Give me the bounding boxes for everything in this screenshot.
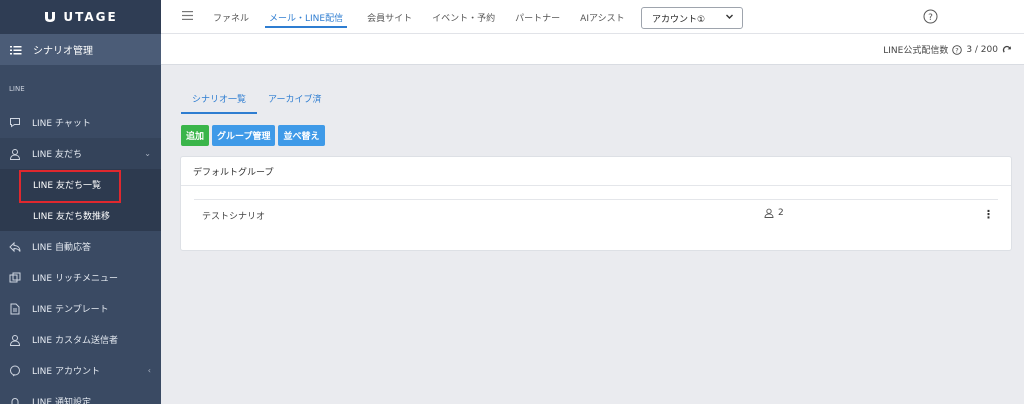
help-circle-icon[interactable]: ? bbox=[952, 44, 963, 55]
sidebar-item-label: LINE テンプレート bbox=[32, 305, 109, 315]
bell-icon bbox=[9, 396, 21, 404]
brand-name: UTAGE bbox=[63, 10, 118, 24]
sidebar: UTAGE シナリオ管理 LINE LINE チャット LINE 友だち ⌄ L… bbox=[0, 0, 161, 404]
list-icon bbox=[10, 45, 22, 54]
sort-button[interactable]: 並べ替え bbox=[278, 125, 325, 146]
template-icon bbox=[9, 303, 21, 315]
nav-event[interactable]: イベント・予約 bbox=[432, 0, 495, 34]
main-nav: ファネル メール・LINE配信 会員サイト イベント・予約 パートナー AIアシ… bbox=[213, 0, 645, 34]
help-icon[interactable]: ? bbox=[923, 9, 938, 24]
quota-value: 3 / 200 bbox=[966, 44, 998, 55]
chevron-left-icon: ‹ bbox=[147, 366, 151, 375]
nav-mail-line[interactable]: メール・LINE配信 bbox=[265, 0, 348, 28]
action-buttons: 追加 グループ管理 並べ替え bbox=[181, 125, 325, 146]
sidebar-item-line-auto-reply[interactable]: LINE 自動応答 bbox=[0, 231, 161, 262]
account-icon bbox=[9, 365, 21, 377]
tab-scenario-list[interactable]: シナリオ一覧 bbox=[181, 89, 258, 114]
custom-sender-icon bbox=[9, 334, 21, 346]
table-row[interactable]: テストシナリオ 2 ⋮ bbox=[194, 199, 998, 229]
svg-text:?: ? bbox=[956, 46, 959, 54]
sidebar-subitem-label: LINE 友だち数推移 bbox=[33, 212, 110, 222]
group-management-button[interactable]: グループ管理 bbox=[212, 125, 276, 146]
scenario-tabs: シナリオ一覧 アーカイブ済 bbox=[181, 89, 332, 114]
delivery-quota: LINE公式配信数 ? 3 / 200 bbox=[883, 43, 1012, 56]
logo[interactable]: UTAGE bbox=[0, 0, 161, 34]
top-navigation-bar: ファネル メール・LINE配信 会員サイト イベント・予約 パートナー AIアシ… bbox=[161, 0, 1024, 34]
section-label-line: LINE bbox=[9, 85, 25, 93]
utage-logo-icon bbox=[45, 12, 56, 22]
sidebar-subitem-label: LINE 友だち一覧 bbox=[33, 181, 101, 191]
sidebar-item-label: LINE リッチメニュー bbox=[32, 274, 118, 284]
scenario-management-label: シナリオ管理 bbox=[33, 46, 93, 57]
sub-header-bar: LINE公式配信数 ? 3 / 200 bbox=[161, 34, 1024, 65]
nav-partner[interactable]: パートナー bbox=[515, 0, 560, 34]
add-button[interactable]: 追加 bbox=[181, 125, 210, 146]
sidebar-item-label: LINE チャット bbox=[32, 119, 91, 129]
sidebar-subitem-friends-trend[interactable]: LINE 友だち数推移 bbox=[0, 200, 161, 231]
sidebar-item-label: LINE 通知設定 bbox=[32, 398, 91, 404]
sidebar-item-label: LINE 自動応答 bbox=[32, 243, 91, 253]
chevron-down-icon: ⌄ bbox=[144, 149, 151, 158]
user-icon bbox=[764, 208, 774, 218]
sidebar-item-line-notification[interactable]: LINE 通知設定 bbox=[0, 386, 161, 404]
scenario-name[interactable]: テストシナリオ bbox=[202, 209, 265, 222]
nav-ai-assist[interactable]: AIアシスト bbox=[580, 0, 624, 34]
nav-funnel[interactable]: ファネル bbox=[213, 0, 249, 34]
subscriber-count-value: 2 bbox=[778, 208, 784, 218]
refresh-icon[interactable] bbox=[1002, 45, 1012, 55]
chevron-down-icon bbox=[726, 14, 733, 19]
sidebar-item-line-account[interactable]: LINE アカウント ‹ bbox=[0, 355, 161, 386]
friends-submenu: LINE 友だち一覧 LINE 友だち数推移 bbox=[0, 169, 161, 231]
sidebar-item-line-custom-sender[interactable]: LINE カスタム送信者 bbox=[0, 324, 161, 355]
chat-icon bbox=[9, 117, 21, 129]
sidebar-item-line-rich-menu[interactable]: LINE リッチメニュー bbox=[0, 262, 161, 293]
scenario-group-card: デフォルトグループ テストシナリオ 2 ⋮ bbox=[180, 156, 1012, 251]
sidebar-item-label: LINE アカウント bbox=[32, 367, 100, 377]
reply-icon bbox=[9, 241, 21, 253]
sidebar-item-label: LINE 友だち bbox=[32, 150, 82, 160]
scenario-management-header[interactable]: シナリオ管理 bbox=[0, 34, 161, 65]
sidebar-subitem-friends-list[interactable]: LINE 友だち一覧 bbox=[0, 169, 161, 203]
sidebar-item-line-template[interactable]: LINE テンプレート bbox=[0, 293, 161, 324]
sidebar-item-line-friends[interactable]: LINE 友だち ⌄ bbox=[0, 138, 161, 169]
hamburger-menu-icon[interactable] bbox=[182, 11, 193, 20]
tab-archived[interactable]: アーカイブ済 bbox=[257, 89, 332, 114]
svg-text:?: ? bbox=[928, 13, 933, 23]
sidebar-item-line-chat[interactable]: LINE チャット bbox=[0, 107, 161, 138]
quota-label: LINE公式配信数 bbox=[883, 46, 949, 56]
user-icon bbox=[9, 148, 21, 160]
account-select-value: アカウント① bbox=[652, 15, 706, 25]
account-select[interactable]: アカウント① bbox=[641, 7, 743, 29]
more-options-icon[interactable]: ⋮ bbox=[983, 208, 994, 221]
subscriber-count: 2 bbox=[764, 208, 784, 218]
nav-member-site[interactable]: 会員サイト bbox=[367, 0, 412, 34]
group-title: デフォルトグループ bbox=[181, 157, 1011, 186]
rich-menu-icon bbox=[9, 272, 21, 284]
sidebar-item-label: LINE カスタム送信者 bbox=[32, 336, 118, 346]
